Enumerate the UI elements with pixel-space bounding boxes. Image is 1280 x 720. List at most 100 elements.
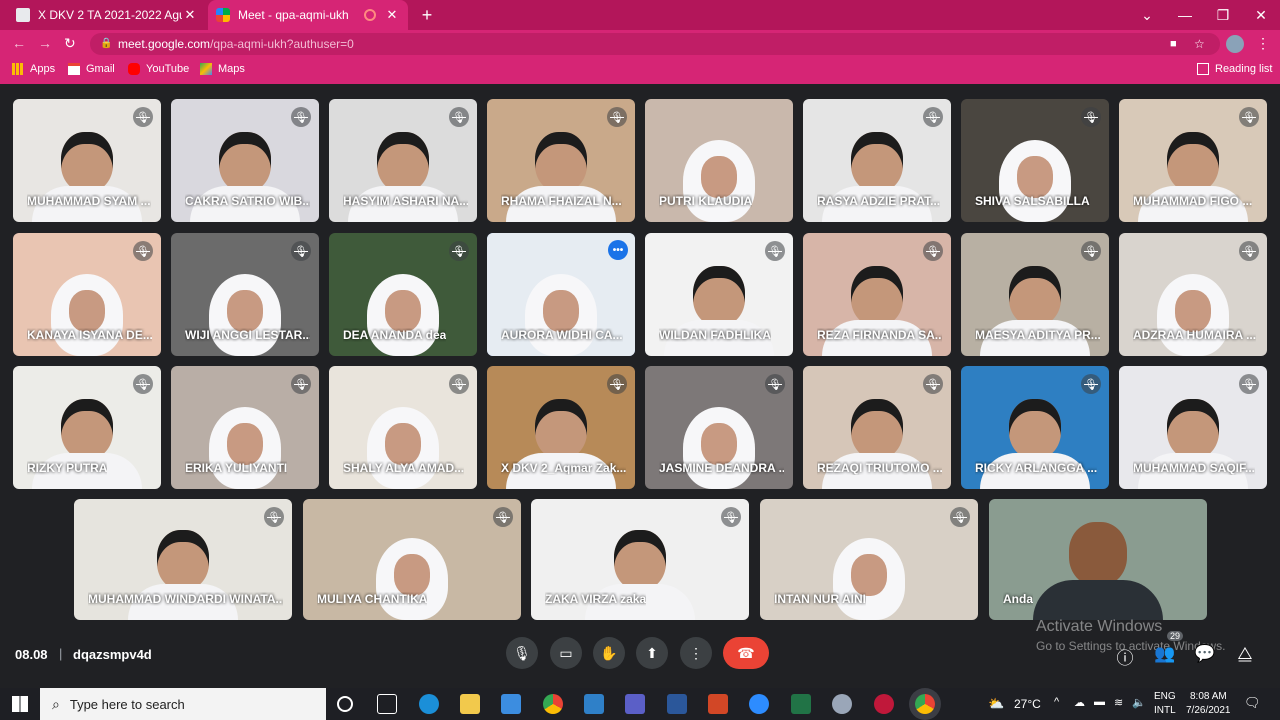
close-window-button[interactable]: ✕ [1242, 0, 1280, 30]
more-options-icon[interactable]: ••• [608, 240, 628, 260]
camera-button[interactable]: ▭ [550, 637, 582, 669]
participant-tile[interactable]: MUHAMMAD SAQIF... 🎙 [1119, 366, 1267, 489]
reload-icon[interactable]: ↻ [64, 35, 76, 52]
edge-icon[interactable] [419, 694, 439, 714]
participant-name: MUHAMMAD SAQIF... [1133, 461, 1255, 475]
excel-icon[interactable] [791, 694, 811, 714]
participant-tile[interactable]: DEA ANANDA dea 🎙 [329, 233, 477, 356]
app-icon[interactable] [832, 694, 852, 714]
participant-tile[interactable]: INTAN NUR AINI 🎙 [760, 499, 978, 620]
teams-icon[interactable] [625, 694, 645, 714]
leave-call-button[interactable]: ☎ [723, 637, 769, 669]
tab-classroom[interactable]: X DKV 2 TA 2021-2022 Agus Sriy ✕ [8, 0, 206, 30]
notification-icon[interactable]: 🗨 [1244, 695, 1261, 711]
forward-icon[interactable]: → [38, 35, 52, 51]
more-options-button[interactable]: ⋮ [680, 637, 712, 669]
participant-tile[interactable]: SHALY ALYA AMAD... 🎙 [329, 366, 477, 489]
participant-tile[interactable]: MUHAMMAD FIGO ... 🎙 [1119, 99, 1267, 222]
clock-time[interactable]: 8:08 AM [1190, 691, 1227, 702]
participant-tile[interactable]: REZAQI TRIUTOMO ... 🎙 [803, 366, 951, 489]
file-explorer-icon[interactable] [460, 694, 480, 714]
weather-temp[interactable]: 27°C [1014, 697, 1041, 711]
participant-tile[interactable]: ADZRAA HUMAIRA ... 🎙 [1119, 233, 1267, 356]
store-icon[interactable] [501, 694, 521, 714]
participant-tile[interactable]: SHIVA SALSABILLA 🎙 [961, 99, 1109, 222]
participant-tile[interactable]: WIJI ANGGI LESTAR... 🎙 [171, 233, 319, 356]
reading-list-button[interactable]: Reading list [1197, 63, 1272, 75]
meeting-details-icon[interactable]: ⓘ [1113, 644, 1137, 669]
participant-tile[interactable]: ZAKA VIRZA zaka 🎙 [531, 499, 749, 620]
bookmark-apps[interactable]: Apps [12, 63, 55, 75]
present-button[interactable]: ⬆ [636, 637, 668, 669]
profile-avatar[interactable] [1226, 35, 1244, 53]
participant-tile[interactable]: AURORA WIDHI CA... ••• [487, 233, 635, 356]
volume-icon[interactable]: 🔈 [1132, 696, 1146, 709]
bookmark-maps[interactable]: Maps [200, 63, 245, 75]
participant-tile[interactable]: X DKV 2_Aqmar Zak... 🎙 [487, 366, 635, 489]
chrome-active-icon[interactable] [915, 694, 935, 714]
participant-tile[interactable]: CAKRA SATRIO WIB... 🎙 [171, 99, 319, 222]
participant-tile[interactable]: REZA FIRNANDA SA... 🎙 [803, 233, 951, 356]
microphone-button[interactable]: 🎙 [506, 637, 538, 669]
participant-tile[interactable]: KANAYA ISYANA DE... 🎙 [13, 233, 161, 356]
maximize-button[interactable]: ❐ [1204, 0, 1242, 30]
participant-tile[interactable]: RASYA ADZIE PRAT... 🎙 [803, 99, 951, 222]
battery-icon[interactable]: ▬ [1094, 696, 1105, 708]
mail-icon[interactable] [584, 694, 604, 714]
tray-app-icon[interactable]: ☁ [1074, 696, 1085, 709]
powerpoint-icon[interactable] [708, 694, 728, 714]
participant-tile[interactable]: Anda [989, 499, 1207, 620]
participant-silhouette [348, 132, 458, 222]
language-indicator[interactable]: ENG [1154, 691, 1176, 702]
participant-tile[interactable]: MULIYA CHANTIKA 🎙 [303, 499, 521, 620]
participant-tile[interactable]: MAESYA ADITYA PR... 🎙 [961, 233, 1109, 356]
windows-start-icon[interactable] [12, 696, 28, 712]
close-tab-icon[interactable]: ✕ [182, 7, 198, 23]
people-icon[interactable]: 👥 [1153, 644, 1177, 664]
new-tab-button[interactable]: + [408, 0, 446, 30]
participant-tile[interactable]: RHAMA FHAIZAL N... 🎙 [487, 99, 635, 222]
url-field[interactable]: 🔒 meet.google.com/qpa-aqmi-ukh?authuser=… [90, 33, 1220, 55]
tab-meet[interactable]: Meet - qpa-aqmi-ukh ✕ [208, 0, 408, 30]
activities-icon[interactable]: ⧋ [1233, 644, 1257, 664]
taskbar-search-box[interactable]: ⌕ Type here to search [40, 688, 326, 720]
bookmark-gmail[interactable]: Gmail [68, 63, 115, 75]
mic-off-icon: 🎙 [1081, 241, 1101, 261]
task-view-icon[interactable] [377, 694, 397, 714]
tab-search-icon[interactable]: ⌄ [1128, 0, 1166, 30]
keyboard-layout[interactable]: INTL [1154, 705, 1176, 716]
participant-tile[interactable]: HASYIM ASHARI NA... 🎙 [329, 99, 477, 222]
participant-tile[interactable]: JASMINE DEANDRA ... 🎙 [645, 366, 793, 489]
back-icon[interactable]: ← [12, 35, 26, 51]
clock-date[interactable]: 7/26/2021 [1186, 705, 1231, 716]
url-path: /qpa-aqmi-ukh?authuser=0 [210, 37, 354, 51]
downloader-icon[interactable] [874, 694, 894, 714]
chrome-icon[interactable] [543, 694, 563, 714]
participant-tile[interactable]: MUHAMMAD SYAM ... 🎙 [13, 99, 161, 222]
participant-tile[interactable]: MUHAMMAD WINDARDI WINATA... 🎙 [74, 499, 292, 620]
word-icon[interactable] [667, 694, 687, 714]
camera-indicator-icon[interactable]: ■ [1170, 33, 1177, 55]
participant-silhouette [833, 538, 905, 620]
participant-name: MULIYA CHANTIKA [317, 592, 428, 606]
participant-tile[interactable]: PUTRI KLAUDIA [645, 99, 793, 222]
close-tab-icon[interactable]: ✕ [384, 7, 400, 23]
chrome-menu-icon[interactable]: ⋮ [1256, 35, 1270, 52]
chat-icon[interactable]: 💬 [1193, 644, 1217, 664]
zoom-icon[interactable] [749, 694, 769, 714]
weather-icon[interactable]: ⛅ [988, 696, 1004, 712]
participant-tile[interactable]: RIZKY PUTRA 🎙 [13, 366, 161, 489]
participant-name: DEA ANANDA dea [343, 328, 447, 342]
chevron-up-icon[interactable]: ^ [1054, 696, 1059, 708]
bookmark-youtube[interactable]: YouTube [128, 63, 189, 75]
participant-silhouette [525, 274, 597, 356]
participant-tile[interactable]: ERIKA YULIYANTI 🎙 [171, 366, 319, 489]
bookmark-star-icon[interactable]: ☆ [1194, 33, 1205, 55]
raise-hand-button[interactable]: ✋ [593, 637, 625, 669]
minimize-button[interactable]: — [1166, 0, 1204, 30]
wifi-icon[interactable]: ≋ [1114, 696, 1123, 709]
participant-tile[interactable]: WILDAN FADHLIKA 🎙 [645, 233, 793, 356]
system-tray: ⛅ 27°C ^ ☁ ▬ ≋ 🔈 ENG INTL 8:08 AM 7/26/2… [988, 688, 1280, 720]
participant-tile[interactable]: RICKY ARLANGGA ... 🎙 [961, 366, 1109, 489]
cortana-icon[interactable] [337, 696, 353, 712]
